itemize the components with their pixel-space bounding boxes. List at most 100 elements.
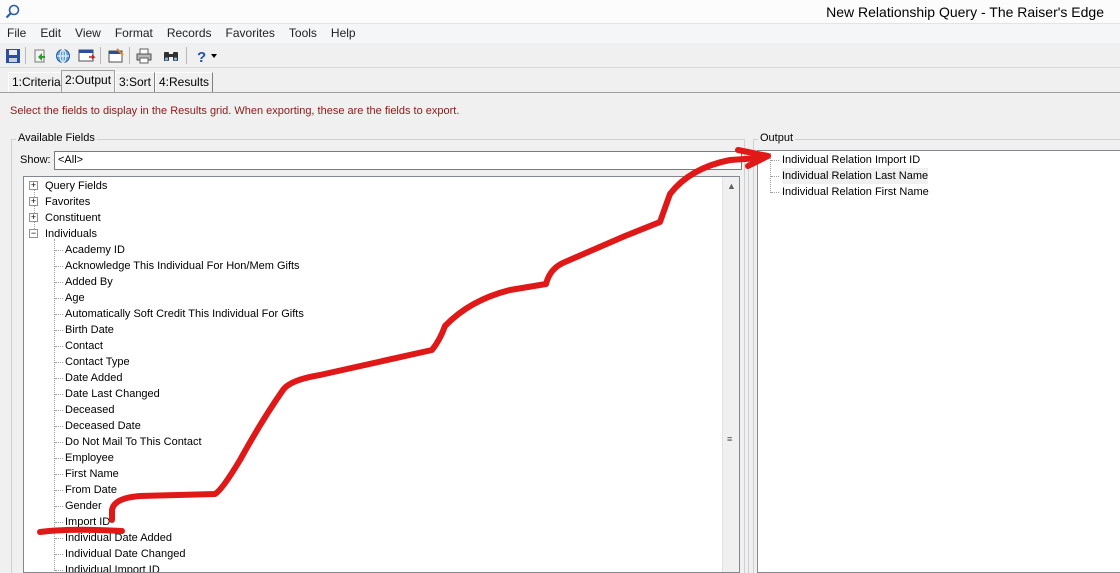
- dropdown-arrow-icon[interactable]: ▼: [725, 152, 739, 169]
- pane-splitter[interactable]: [748, 148, 754, 573]
- magnifier-app-icon: [5, 4, 20, 19]
- tree-field-item[interactable]: Individual Date Changed: [65, 546, 185, 562]
- tree-line: [55, 346, 63, 347]
- output-field[interactable]: Individual Relation Last Name: [782, 168, 929, 184]
- show-filter-select[interactable]: <All> ▼: [54, 151, 742, 170]
- scroll-grip-icon[interactable]: ≡: [727, 435, 735, 444]
- show-label: Show:: [20, 154, 51, 166]
- tree-field-item[interactable]: Employee: [65, 450, 114, 466]
- tree-field-item[interactable]: Deceased: [65, 402, 115, 418]
- tree-field-item[interactable]: Do Not Mail To This Contact: [65, 434, 202, 450]
- menu-view[interactable]: View: [68, 24, 108, 43]
- toolbar-separator: [25, 47, 26, 64]
- tree-field-item[interactable]: Individual Import ID: [65, 562, 160, 572]
- tree-field-item[interactable]: Birth Date: [65, 322, 114, 338]
- tree-field-item[interactable]: Deceased Date: [65, 418, 141, 434]
- expand-plus-icon[interactable]: +: [29, 181, 38, 190]
- tree-field-item[interactable]: Added By: [65, 274, 113, 290]
- tab-criteria[interactable]: 1:Criteria: [8, 72, 65, 92]
- properties-button[interactable]: [106, 46, 126, 65]
- collapse-minus-icon[interactable]: −: [29, 229, 38, 238]
- menu-favorites[interactable]: Favorites: [219, 24, 282, 43]
- tree-line: [771, 176, 779, 177]
- tree-line: [55, 458, 63, 459]
- tree-field-item[interactable]: Contact Type: [65, 354, 130, 370]
- output-title: Output: [758, 132, 796, 144]
- toolbar: ?: [0, 43, 1120, 68]
- scroll-up-arrow-icon[interactable]: ▲: [724, 178, 739, 195]
- find-button[interactable]: [161, 46, 181, 65]
- tree-line: [55, 298, 63, 299]
- output-fields-list[interactable]: Individual Relation Import ID Individual…: [757, 150, 1120, 573]
- tree-line: [771, 160, 779, 161]
- tree-line: [771, 192, 779, 193]
- tree-line: [55, 538, 63, 539]
- tree-field-item[interactable]: From Date: [65, 482, 117, 498]
- tree-field-item[interactable]: Academy ID: [65, 242, 125, 258]
- window-title: New Relationship Query - The Raiser's Ed…: [826, 4, 1104, 20]
- tree-field-item[interactable]: Acknowledge This Individual For Hon/Mem …: [65, 258, 300, 274]
- run-icon: [78, 49, 96, 61]
- menu-bar: File Edit View Format Records Favorites …: [0, 24, 1120, 43]
- tree-field-item[interactable]: First Name: [65, 466, 119, 482]
- title-bar: New Relationship Query - The Raiser's Ed…: [0, 0, 1120, 24]
- tab-sort[interactable]: 3:Sort: [115, 72, 156, 92]
- menu-format[interactable]: Format: [108, 24, 160, 43]
- toolbar-separator: [186, 47, 187, 64]
- tree-field-item[interactable]: Automatically Soft Credit This Individua…: [65, 306, 304, 322]
- expand-plus-icon[interactable]: +: [29, 213, 38, 222]
- print-icon: [136, 48, 152, 63]
- help-dropdown-button[interactable]: [208, 46, 220, 65]
- menu-records[interactable]: Records: [160, 24, 219, 43]
- tree-field-item[interactable]: Individual Date Added: [65, 530, 172, 546]
- tree-line: [55, 490, 63, 491]
- menu-help[interactable]: Help: [324, 24, 363, 43]
- globe-button[interactable]: [53, 46, 73, 65]
- run-button[interactable]: [77, 46, 97, 65]
- tree-line: [55, 378, 63, 379]
- tree-field-item[interactable]: Date Added: [65, 370, 123, 386]
- tree-line: [55, 250, 63, 251]
- tree-node-label: Query Fields: [45, 180, 108, 192]
- tree-line: [55, 522, 63, 523]
- save-button[interactable]: [3, 46, 23, 65]
- expand-plus-icon[interactable]: +: [29, 197, 38, 206]
- tree-field-item[interactable]: Import ID: [65, 514, 110, 530]
- tree-line: [55, 314, 63, 315]
- tab-output[interactable]: 2:Output: [61, 70, 116, 92]
- save-icon: [6, 48, 20, 63]
- tree-line: [55, 554, 63, 555]
- tree-line: [55, 426, 63, 427]
- tree-scrollbar[interactable]: ▲ ≡: [722, 177, 739, 572]
- tree-line: [55, 506, 63, 507]
- tree-node-label: Constituent: [45, 212, 101, 224]
- tree-field-item[interactable]: Age: [65, 290, 85, 306]
- show-filter-value: <All>: [58, 154, 84, 166]
- properties-icon: [108, 47, 124, 62]
- menu-edit[interactable]: Edit: [33, 24, 68, 43]
- output-field[interactable]: Individual Relation Import ID: [782, 152, 920, 168]
- toolbar-separator: [129, 47, 130, 64]
- available-fields-tree[interactable]: + Query Fields + Favorites + Constituent…: [23, 176, 740, 573]
- svg-text:?: ?: [197, 49, 206, 64]
- menu-tools[interactable]: Tools: [282, 24, 324, 43]
- dropdown-arrow-icon: [211, 53, 217, 58]
- available-fields-title: Available Fields: [16, 132, 97, 144]
- tree-line: [55, 394, 63, 395]
- tree-line: [55, 442, 63, 443]
- tree-line: [55, 570, 63, 571]
- tree-field-item[interactable]: Gender: [65, 498, 102, 514]
- tree-line: [55, 330, 63, 331]
- tab-results[interactable]: 4:Results: [155, 72, 214, 92]
- tab-divider: [0, 92, 1120, 93]
- tree-line: [55, 474, 63, 475]
- print-button[interactable]: [134, 46, 154, 65]
- tree-line: [55, 362, 63, 363]
- menu-file[interactable]: File: [0, 24, 33, 43]
- toolbar-separator: [100, 47, 101, 64]
- tree-field-item[interactable]: Contact: [65, 338, 103, 354]
- tree-field-item[interactable]: Date Last Changed: [65, 386, 160, 402]
- export-button[interactable]: [30, 46, 50, 65]
- tree-line: [55, 282, 63, 283]
- output-field[interactable]: Individual Relation First Name: [782, 184, 929, 200]
